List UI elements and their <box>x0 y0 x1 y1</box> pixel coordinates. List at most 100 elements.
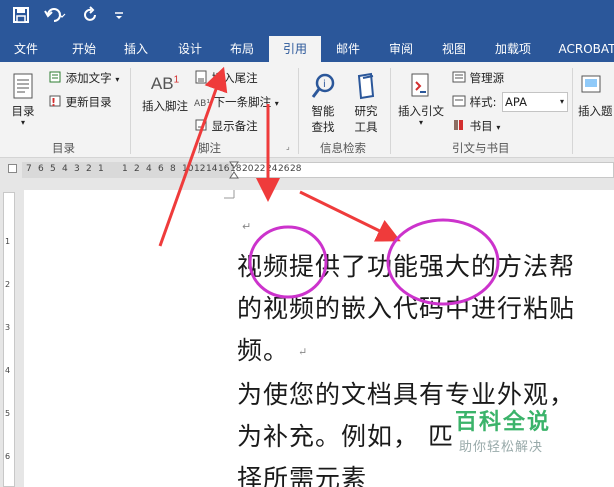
vertical-ruler-number: 6 <box>5 452 11 461</box>
style-value: APA <box>505 95 527 109</box>
add-text-label: 添加文字 <box>65 71 112 85</box>
insert-caption-button[interactable]: 插入题 <box>578 72 613 119</box>
ruler-number: 4 <box>146 164 152 174</box>
researcher-label-2: 工具 <box>354 120 378 134</box>
vertical-ruler-number: 3 <box>5 323 11 332</box>
insert-footnote-button[interactable]: AB1 插入脚注 <box>140 74 190 114</box>
next-footnote-button[interactable]: AB¹ 下一条脚注 ▾ <box>194 94 279 110</box>
footnote-badge: AB <box>150 74 174 93</box>
toc-button-label: 目录 <box>11 104 35 118</box>
style-selector: 样式: <box>452 94 497 111</box>
customize-icon[interactable] <box>114 6 124 32</box>
smart-lookup-label-2: 查找 <box>311 120 335 134</box>
style-icon <box>452 94 466 111</box>
bibliography-label: 书目 <box>469 119 493 133</box>
doc-line: 的视频的嵌入代码中进行粘贴 <box>237 294 576 323</box>
add-text-button[interactable]: 添加文字 ▾ <box>48 70 119 87</box>
ruler-number: 1 <box>122 164 128 174</box>
manage-sources-icon <box>452 70 466 87</box>
group-label-research: 信息检索 <box>320 141 366 155</box>
smart-lookup-button[interactable]: i 智能 查找 <box>305 72 341 135</box>
chevron-down-icon: ▾ <box>496 123 501 132</box>
tab-selector[interactable] <box>8 164 17 173</box>
group-label-footnotes: 脚注 <box>198 141 221 155</box>
insert-caption-label: 插入题 <box>578 104 613 118</box>
ruler-number: 8 <box>170 164 176 174</box>
undo-icon[interactable] <box>44 6 66 30</box>
quick-access-toolbar <box>0 0 614 36</box>
redo-icon[interactable] <box>82 6 100 30</box>
tab-insert[interactable]: 插入 <box>110 36 162 62</box>
add-text-icon <box>48 70 62 87</box>
bibliography-icon <box>452 118 466 135</box>
bibliography-button[interactable]: 书目 ▾ <box>452 118 500 135</box>
dialog-launcher-icon[interactable]: ⌟ <box>286 142 290 151</box>
group-divider <box>298 68 299 154</box>
footnote-badge-sup: 1 <box>173 74 180 86</box>
update-icon: ! <box>48 94 62 111</box>
manage-sources-button[interactable]: 管理源 <box>452 70 504 87</box>
tab-design[interactable]: 设计 <box>164 36 216 62</box>
doc-line: 频。 ↵ <box>237 330 614 374</box>
vertical-ruler-number: 1 <box>5 237 11 246</box>
chevron-down-icon: ▾ <box>274 99 279 108</box>
chevron-down-icon: ▾ <box>559 97 564 106</box>
show-notes-label: 显示备注 <box>211 119 258 133</box>
researcher-button[interactable]: 研究 工具 <box>348 72 384 135</box>
ruler-number: 18 <box>230 164 242 174</box>
toc-button[interactable]: 目录 ▾ <box>8 72 38 127</box>
horizontal-ruler[interactable]: 7 6 5 4 3 2 1 1 2 4 6 8 10 12 14 16 18 20 22 24 26 28 <box>0 158 614 182</box>
save-icon[interactable] <box>12 6 30 30</box>
ruler-ticks <box>229 161 239 179</box>
toc-icon <box>13 73 33 99</box>
tab-mailings[interactable]: 邮件 <box>322 36 374 62</box>
style-label: 样式: <box>469 95 497 109</box>
show-notes-icon <box>194 118 208 135</box>
insert-citation-button[interactable]: 插入引文 ▾ <box>396 72 446 127</box>
manage-sources-label: 管理源 <box>469 71 505 85</box>
tab-layout[interactable]: 布局 <box>216 36 268 62</box>
ruler-number: 6 <box>38 164 44 174</box>
ruler-number: 1 <box>98 164 104 174</box>
chevron-down-icon: ▾ <box>20 118 25 127</box>
vertical-ruler: 1 2 3 4 5 6 <box>0 182 18 487</box>
ruler-number: 12 <box>194 164 206 174</box>
paragraph-mark: ↵ <box>297 345 309 359</box>
tab-file[interactable]: 文件 <box>4 36 48 62</box>
show-notes-button[interactable]: 显示备注 <box>194 118 258 135</box>
smart-lookup-icon: i <box>311 73 335 98</box>
group-label-citations: 引文与书目 <box>452 141 510 155</box>
tab-references[interactable]: 引用 <box>269 36 321 62</box>
ribbon: 目录 ▾ 添加文字 ▾ ! 更新目录 目录 AB1 插入脚注 插入尾注 AB¹ … <box>0 62 614 158</box>
svg-text:i: i <box>323 79 326 90</box>
ruler-number: 24 <box>266 164 278 174</box>
doc-line: 择所需元素 <box>237 463 368 487</box>
ruler-number: 28 <box>290 164 302 174</box>
footnote-icon: AB1 <box>140 74 190 94</box>
insert-caption-icon <box>581 75 601 93</box>
update-toc-button[interactable]: ! 更新目录 <box>48 94 112 111</box>
ruler-number: 2 <box>134 164 140 174</box>
smart-lookup-label-1: 智能 <box>311 104 335 118</box>
vertical-ruler-number: 4 <box>5 366 11 375</box>
ruler-number: 26 <box>278 164 290 174</box>
ruler-number: 5 <box>50 164 56 174</box>
svg-text:!: ! <box>51 96 56 108</box>
endnote-icon <box>194 70 208 87</box>
tab-acrobat[interactable]: ACROBAT <box>552 36 614 62</box>
ruler-number: 4 <box>62 164 68 174</box>
ruler-number: 10 <box>182 164 194 174</box>
group-label-toc: 目录 <box>52 141 75 155</box>
ruler-number: 16 <box>218 164 230 174</box>
next-footnote-icon: AB¹ <box>194 99 210 109</box>
tab-review[interactable]: 审阅 <box>375 36 427 62</box>
tab-home[interactable]: 开始 <box>58 36 110 62</box>
insert-endnote-button[interactable]: 插入尾注 <box>194 70 258 87</box>
ruler-number: 14 <box>206 164 218 174</box>
tab-addins[interactable]: 加载项 <box>482 36 544 62</box>
style-dropdown[interactable]: APA ▾ <box>502 92 568 112</box>
group-divider <box>572 68 573 154</box>
tab-view[interactable]: 视图 <box>428 36 480 62</box>
researcher-icon <box>357 72 375 100</box>
doc-line-text: 频。 <box>237 336 290 365</box>
